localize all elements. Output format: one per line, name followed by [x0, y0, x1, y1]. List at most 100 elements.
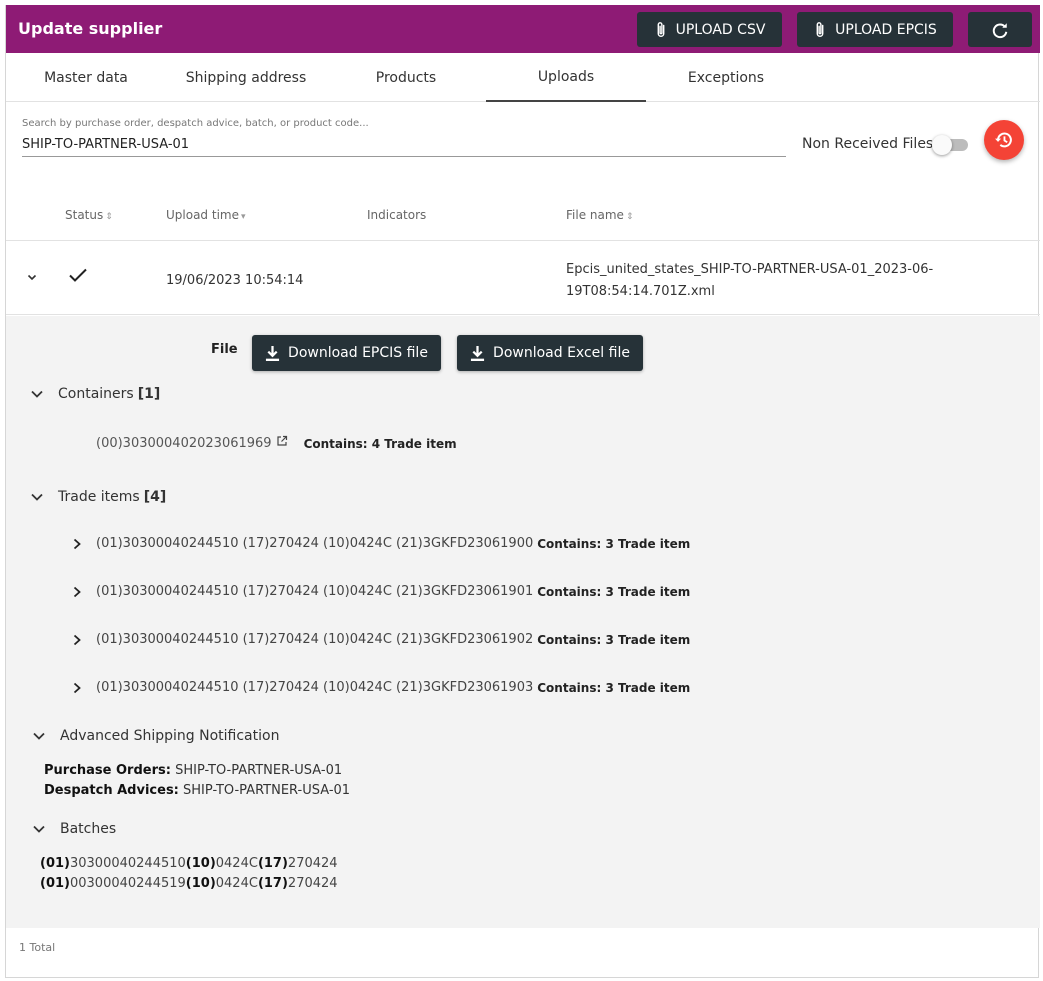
- chevron-down-icon: [33, 732, 45, 740]
- batch-gtin: 00300040244519: [69, 876, 186, 891]
- upload-epcis-button[interactable]: UPLOAD EPCIS: [797, 12, 953, 47]
- tab-master-data[interactable]: Master data: [6, 53, 166, 102]
- sort-desc-icon: ▾: [240, 212, 246, 222]
- trade-item-contains: Contains: 3 Trade item: [537, 584, 691, 599]
- batch-ai-expiry: (17): [257, 856, 288, 871]
- download-epcis-label: Download EPCIS file: [288, 345, 428, 361]
- chevron-down-icon[interactable]: [26, 271, 38, 283]
- trade-items-section-toggle[interactable]: Trade items [4]: [30, 489, 166, 505]
- asn-section-toggle[interactable]: Advanced Shipping Notification: [32, 728, 279, 744]
- trade-item-row: (01)30300040244510 (17)270424 (10)0424C …: [72, 680, 690, 695]
- purchase-orders-line: Purchase Orders: SHIP-TO-PARTNER-USA-01: [44, 763, 342, 778]
- file-name-header-label: File name: [566, 208, 624, 222]
- batch-ai-lot: (10): [185, 856, 216, 871]
- batches-section-toggle[interactable]: Batches: [32, 821, 116, 837]
- batch-item: (01)30300040244510(10)0424C(17)270424: [40, 856, 338, 871]
- container-code[interactable]: (00)303000402023061969: [96, 436, 272, 451]
- search-input[interactable]: [22, 133, 786, 157]
- row-detail-panel: File Download EPCIS file Download Excel …: [6, 316, 1040, 928]
- tab-products[interactable]: Products: [326, 53, 486, 102]
- trade-item-contains: Contains: 3 Trade item: [537, 632, 691, 647]
- batch-ai-gtin: (01): [40, 856, 70, 871]
- upload-csv-label: UPLOAD CSV: [675, 21, 766, 38]
- batches-label: Batches: [60, 821, 117, 837]
- trade-items-count: [4]: [143, 489, 167, 505]
- batch-ai-gtin: (01): [40, 876, 70, 891]
- purchase-orders-value: SHIP-TO-PARTNER-USA-01: [175, 763, 343, 778]
- tab-shipping-address[interactable]: Shipping address: [166, 53, 326, 102]
- trade-item-code: (01)30300040244510 (17)270424 (10)0424C …: [96, 680, 534, 695]
- column-header-file-name[interactable]: File name ⇕: [566, 208, 633, 222]
- page-title: Update supplier: [18, 19, 163, 38]
- container-contains: Contains: 4 Trade item: [303, 436, 457, 451]
- download-excel-button[interactable]: Download Excel file: [457, 335, 643, 371]
- header-bar: Update supplier UPLOAD CSV UPLOAD EPCIS: [6, 5, 1040, 53]
- download-icon: [265, 345, 280, 361]
- history-button[interactable]: [984, 120, 1024, 160]
- chevron-right-icon[interactable]: [72, 586, 82, 598]
- refresh-button[interactable]: [968, 12, 1032, 47]
- despatch-advices-label: Despatch Advices:: [44, 783, 179, 798]
- trade-item-code: (01)30300040244510 (17)270424 (10)0424C …: [96, 584, 534, 599]
- sort-icon: ⇕: [625, 212, 634, 222]
- total-count: 1 Total: [19, 941, 56, 954]
- refresh-icon: [992, 22, 1008, 38]
- upload-time-header-label: Upload time: [166, 208, 239, 222]
- batch-item: (01)00300040244519(10)0424C(17)270424: [40, 876, 338, 891]
- upload-time-cell: 19/06/2023 10:54:14: [166, 273, 304, 288]
- status-header-label: Status: [65, 208, 104, 222]
- column-header-status[interactable]: Status ⇕: [65, 208, 113, 222]
- paperclip-icon: [816, 21, 824, 37]
- paperclip-icon: [657, 21, 665, 37]
- batch-expiry: 270424: [287, 876, 338, 891]
- despatch-advices-value: SHIP-TO-PARTNER-USA-01: [183, 783, 351, 798]
- containers-section-toggle[interactable]: Containers [1]: [30, 386, 160, 402]
- container-item: (00)303000402023061969 Contains: 4 Trade…: [96, 435, 457, 451]
- chevron-down-icon: [33, 825, 45, 833]
- despatch-advices-line: Despatch Advices: SHIP-TO-PARTNER-USA-01: [44, 783, 350, 798]
- check-icon: [69, 268, 87, 282]
- containers-label: Containers: [58, 386, 134, 402]
- file-name-line-1: Epcis_united_states_SHIP-TO-PARTNER-USA-…: [566, 262, 934, 277]
- purchase-orders-label: Purchase Orders:: [44, 763, 171, 778]
- download-epcis-button[interactable]: Download EPCIS file: [252, 335, 441, 371]
- tab-bar: Master data Shipping address Products Up…: [6, 53, 1040, 102]
- tab-uploads[interactable]: Uploads: [486, 53, 646, 102]
- column-header-upload-time[interactable]: Upload time ▾: [166, 208, 246, 222]
- external-link-icon[interactable]: [276, 435, 288, 447]
- indicators-header-label: Indicators: [367, 208, 427, 222]
- chevron-right-icon[interactable]: [72, 538, 82, 550]
- batch-ai-lot: (10): [185, 876, 216, 891]
- table-row[interactable]: 19/06/2023 10:54:14 Epcis_united_states_…: [6, 241, 1040, 315]
- tab-exceptions[interactable]: Exceptions: [646, 53, 806, 102]
- trade-item-code: (01)30300040244510 (17)270424 (10)0424C …: [96, 632, 534, 647]
- sort-icon: ⇕: [105, 212, 113, 222]
- trade-item-row: (01)30300040244510 (17)270424 (10)0424C …: [72, 584, 690, 599]
- trade-item-code: (01)30300040244510 (17)270424 (10)0424C …: [96, 536, 534, 551]
- column-header-indicators: Indicators: [367, 208, 426, 222]
- batch-ai-expiry: (17): [257, 876, 288, 891]
- download-icon: [470, 345, 485, 361]
- batch-lot: 0424C: [215, 876, 258, 891]
- trade-item-row: (01)30300040244510 (17)270424 (10)0424C …: [72, 632, 690, 647]
- trade-item-row: (01)30300040244510 (17)270424 (10)0424C …: [72, 536, 690, 551]
- trade-item-contains: Contains: 3 Trade item: [537, 536, 691, 551]
- upload-csv-button[interactable]: UPLOAD CSV: [637, 12, 782, 47]
- toggle-knob: [932, 135, 952, 155]
- file-label: File: [211, 342, 238, 357]
- asn-label: Advanced Shipping Notification: [60, 728, 280, 744]
- download-excel-label: Download Excel file: [493, 345, 630, 361]
- supplier-panel: Update supplier UPLOAD CSV UPLOAD EPCIS …: [5, 5, 1040, 978]
- chevron-right-icon[interactable]: [72, 634, 82, 646]
- trade-items-label: Trade items: [58, 489, 140, 505]
- chevron-down-icon: [31, 493, 43, 501]
- batch-lot: 0424C: [215, 856, 258, 871]
- chevron-right-icon[interactable]: [72, 682, 82, 694]
- non-received-files-label: Non Received Files: [802, 136, 934, 152]
- search-floating-label: Search by purchase order, despatch advic…: [22, 118, 369, 129]
- batch-expiry: 270424: [287, 856, 338, 871]
- non-received-files-toggle[interactable]: [932, 135, 970, 155]
- file-name-cell: Epcis_united_states_SHIP-TO-PARTNER-USA-…: [566, 259, 956, 303]
- chevron-down-icon: [31, 390, 43, 398]
- file-name-line-2: 19T08:54:14.701Z.xml: [566, 284, 715, 299]
